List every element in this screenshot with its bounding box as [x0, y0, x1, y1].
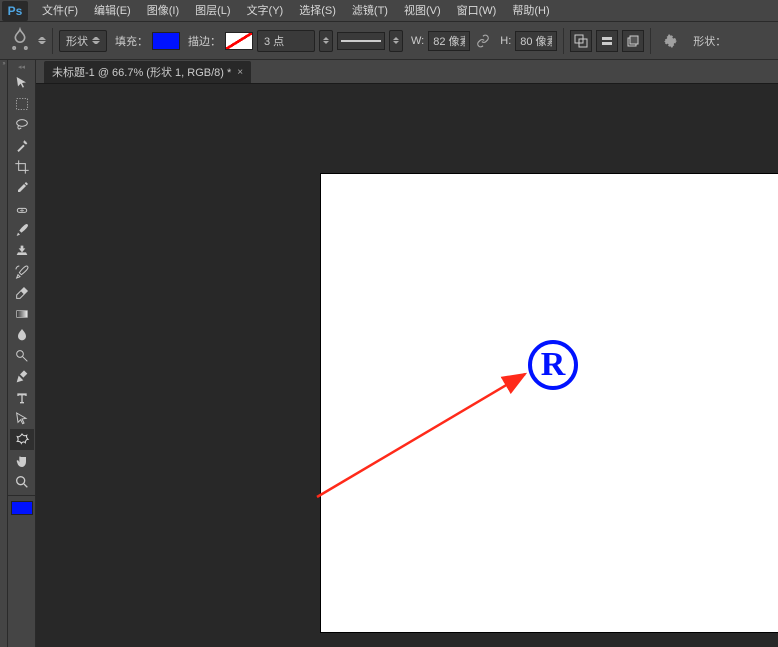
- path-selection-tool[interactable]: [10, 408, 34, 429]
- stroke-width-dropdown[interactable]: [319, 30, 333, 52]
- width-label: W:: [411, 35, 424, 47]
- stroke-width-input[interactable]: 3 点: [257, 30, 315, 52]
- menu-view[interactable]: 视图(V): [396, 0, 449, 22]
- menu-type[interactable]: 文字(Y): [239, 0, 292, 22]
- menu-file[interactable]: 文件(F): [34, 0, 86, 22]
- history-brush-tool[interactable]: [10, 261, 34, 282]
- menu-help[interactable]: 帮助(H): [504, 0, 557, 22]
- menu-image[interactable]: 图像(I): [139, 0, 187, 22]
- stroke-label: 描边：: [188, 33, 221, 49]
- eraser-tool[interactable]: [10, 282, 34, 303]
- link-icon[interactable]: [474, 32, 492, 50]
- stroke-width-value: 3 点: [264, 33, 284, 49]
- dropdown-icon: [323, 35, 329, 47]
- foreground-color[interactable]: [11, 501, 33, 515]
- menu-edit[interactable]: 编辑(E): [86, 0, 139, 22]
- fill-swatch[interactable]: [152, 32, 180, 50]
- marquee-tool[interactable]: [10, 93, 34, 114]
- hand-tool[interactable]: [10, 450, 34, 471]
- menu-select[interactable]: 选择(S): [291, 0, 344, 22]
- annotation-arrow: [315, 362, 545, 502]
- fill-label: 填充：: [115, 33, 148, 49]
- gear-icon[interactable]: [657, 27, 685, 55]
- shape-mode-label: 形状: [66, 33, 88, 49]
- width-input[interactable]: [428, 31, 470, 51]
- custom-shape-tool[interactable]: [10, 429, 34, 450]
- panel-dock-grip[interactable]: ››: [0, 60, 8, 647]
- type-tool[interactable]: [10, 387, 34, 408]
- stroke-swatch[interactable]: [225, 32, 253, 50]
- stroke-style-select[interactable]: [337, 32, 385, 50]
- menu-window[interactable]: 窗口(W): [449, 0, 505, 22]
- divider: [650, 28, 651, 54]
- menu-bar: Ps 文件(F) 编辑(E) 图像(I) 图层(L) 文字(Y) 选择(S) 滤…: [0, 0, 778, 22]
- menu-filter[interactable]: 滤镜(T): [344, 0, 396, 22]
- eyedropper-tool[interactable]: [10, 177, 34, 198]
- toolbox-divider: [8, 495, 35, 496]
- options-bar: 形状 填充： 描边： 3 点 W: H: 形状：: [0, 22, 778, 60]
- document-tab-bar: 未标题-1 @ 66.7% (形状 1, RGB/8) * ×: [36, 60, 778, 84]
- height-label: H:: [500, 35, 511, 47]
- registered-symbol-shape[interactable]: R: [528, 340, 578, 390]
- move-tool[interactable]: [10, 72, 34, 93]
- gradient-tool[interactable]: [10, 303, 34, 324]
- crop-tool[interactable]: [10, 156, 34, 177]
- dropdown-icon: [92, 35, 100, 47]
- workspace: 未标题-1 @ 66.7% (形状 1, RGB/8) * × R: [36, 60, 778, 647]
- path-align-button[interactable]: [596, 30, 618, 52]
- pen-tool[interactable]: [10, 366, 34, 387]
- blur-tool[interactable]: [10, 324, 34, 345]
- magic-wand-tool[interactable]: [10, 135, 34, 156]
- shape-mode-select[interactable]: 形状: [59, 30, 107, 52]
- clone-stamp-tool[interactable]: [10, 240, 34, 261]
- close-icon[interactable]: ×: [237, 67, 243, 78]
- dropdown-icon: [393, 35, 399, 47]
- document-tab[interactable]: 未标题-1 @ 66.7% (形状 1, RGB/8) * ×: [44, 61, 251, 83]
- height-input[interactable]: [515, 31, 557, 51]
- app-logo: Ps: [2, 1, 28, 21]
- stroke-style-dropdown[interactable]: [389, 30, 403, 52]
- shape-select-label: 形状：: [693, 33, 726, 49]
- pathops-combine-button[interactable]: [570, 30, 592, 52]
- toolbox: ◂◂: [8, 60, 36, 647]
- healing-brush-tool[interactable]: [10, 198, 34, 219]
- menu-layer[interactable]: 图层(L): [187, 0, 238, 22]
- dodge-tool[interactable]: [10, 345, 34, 366]
- lasso-tool[interactable]: [10, 114, 34, 135]
- zoom-tool[interactable]: [10, 471, 34, 492]
- divider: [563, 28, 564, 54]
- canvas-area[interactable]: R: [36, 84, 778, 647]
- canvas[interactable]: R: [321, 174, 778, 632]
- document-tab-title: 未标题-1 @ 66.7% (形状 1, RGB/8) *: [52, 64, 231, 80]
- path-arrange-button[interactable]: [622, 30, 644, 52]
- toolbox-grip[interactable]: ◂◂: [8, 62, 35, 72]
- divider: [52, 28, 53, 54]
- brush-tool[interactable]: [10, 219, 34, 240]
- tool-preset-icon[interactable]: [6, 27, 34, 55]
